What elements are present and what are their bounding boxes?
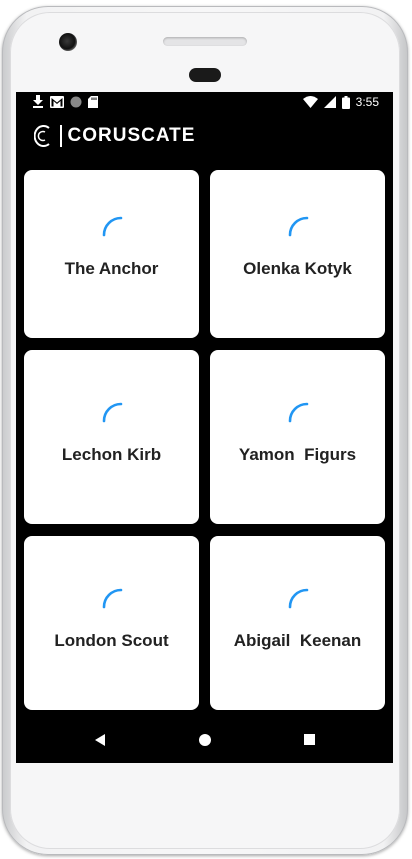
recents-square-icon[interactable] xyxy=(303,733,316,746)
app-bar: CORUSCATE xyxy=(16,114,393,162)
loading-spinner-icon xyxy=(288,402,308,423)
card-label: Olenka Kotyk xyxy=(243,259,352,278)
coruscate-logo-icon xyxy=(34,125,50,147)
logo-divider xyxy=(60,125,62,147)
app-logo[interactable]: CORUSCATE xyxy=(34,124,195,148)
card-label: Abigail Keenan xyxy=(233,631,362,650)
proximity-sensor xyxy=(189,68,221,82)
gmail-icon xyxy=(50,95,64,108)
card-label: Lechon Kirb xyxy=(61,445,162,464)
home-circle-icon[interactable] xyxy=(198,733,212,747)
card-label: The Anchor xyxy=(64,259,159,278)
loading-spinner-icon xyxy=(102,588,122,609)
signal-icon xyxy=(323,96,336,108)
sd-card-icon xyxy=(88,95,98,108)
card-item[interactable]: The Anchor xyxy=(24,170,199,338)
card-item[interactable]: Abigail Keenan xyxy=(210,536,385,710)
loading-spinner-icon xyxy=(102,216,122,237)
record-icon xyxy=(70,96,82,107)
loading-spinner-icon xyxy=(288,216,308,237)
status-bar: 3:55 xyxy=(16,92,393,114)
earpiece-speaker xyxy=(163,37,247,46)
loading-spinner-icon xyxy=(288,588,308,609)
screen: 3:55 CORUSCATE The Anchor Olenka Kotyk L… xyxy=(16,92,393,763)
battery-icon xyxy=(341,95,350,109)
card-item[interactable]: Lechon Kirb xyxy=(24,350,199,524)
wifi-icon xyxy=(302,96,318,108)
card-item[interactable]: Yamon Figurs xyxy=(210,350,385,524)
download-icon xyxy=(33,95,43,108)
front-camera xyxy=(59,33,77,51)
logo-text: CORUSCATE xyxy=(67,125,196,146)
card-label: Yamon Figurs xyxy=(238,445,357,464)
loading-spinner-icon xyxy=(102,402,122,423)
card-label: London Scout xyxy=(54,631,169,650)
card-item[interactable]: London Scout xyxy=(24,536,199,710)
navigation-bar xyxy=(16,721,393,763)
card-item[interactable]: Olenka Kotyk xyxy=(210,170,385,338)
back-triangle-icon[interactable] xyxy=(94,733,106,747)
status-time: 3:55 xyxy=(355,95,379,109)
